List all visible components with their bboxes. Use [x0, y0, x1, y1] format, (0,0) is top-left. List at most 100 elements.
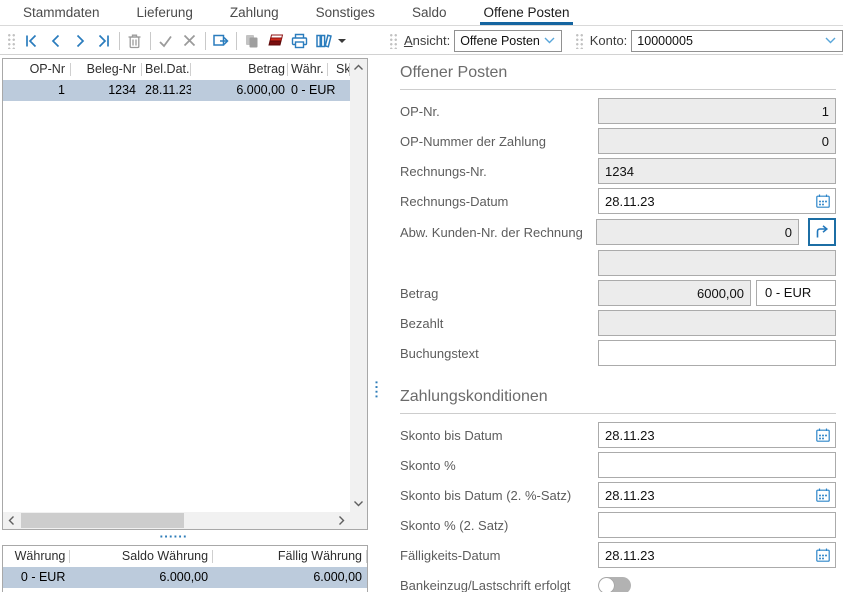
- horizontal-scrollbar[interactable]: [3, 512, 350, 529]
- toolbar-separator: [205, 32, 206, 50]
- field-row-rechnungs-nr: Rechnungs-Nr.: [400, 156, 836, 186]
- journal-button[interactable]: [264, 29, 288, 53]
- field-row-skonto-bis-2: Skonto bis Datum (2. %-Satz): [400, 480, 836, 510]
- toolbar-separator: [119, 32, 120, 50]
- field-row-buchungstext: Buchungstext: [400, 338, 836, 368]
- saldo-row-selected[interactable]: 0 - EUR 6.000,00 6.000,00: [3, 567, 367, 588]
- printer-icon: [291, 33, 308, 49]
- skonto-bis-2-label: Skonto bis Datum (2. %-Satz): [400, 488, 598, 503]
- tab-lieferung[interactable]: Lieferung: [134, 0, 196, 25]
- cell-faellig: 6.000,00: [213, 567, 367, 588]
- journal-icon: [267, 33, 285, 48]
- chevron-down-icon: [544, 37, 555, 44]
- betrag-label: Betrag: [400, 286, 598, 301]
- copy-icon: [244, 33, 260, 49]
- reports-dropdown-button[interactable]: [336, 29, 348, 53]
- scroll-right-arrow[interactable]: [333, 512, 350, 529]
- tab-bar: Stammdaten Lieferung Zahlung Sonstiges S…: [0, 0, 843, 26]
- op-nr-label: OP-Nr.: [400, 104, 598, 119]
- calendar-icon[interactable]: [815, 427, 831, 443]
- detail-panel: Offener Posten OP-Nr. OP-Nummer der Zahl…: [388, 58, 843, 592]
- toolbar: Ansicht: Offene Posten Konto: 10000005: [0, 27, 843, 55]
- buchungstext-field[interactable]: [598, 340, 836, 366]
- trash-icon: [127, 33, 142, 49]
- view-group-grip[interactable]: [388, 32, 399, 49]
- field-row-rechnungs-datum: Rechnungs-Datum: [400, 186, 836, 216]
- rechnungs-datum-wrap: [598, 188, 836, 214]
- column-header-betrag[interactable]: Betrag: [191, 59, 288, 80]
- column-header-bel-dat[interactable]: Bel.Dat.: [142, 59, 191, 80]
- skonto-bis-2-wrap: [598, 482, 836, 508]
- field-row-skonto-prozent-2: Skonto % (2. Satz): [400, 510, 836, 540]
- scroll-up-arrow[interactable]: [350, 59, 367, 76]
- tab-offene-posten[interactable]: Offene Posten: [480, 0, 572, 25]
- bankeinzug-toggle-area: [598, 577, 836, 592]
- tab-saldo[interactable]: Saldo: [409, 0, 450, 25]
- previous-record-icon: [50, 34, 62, 48]
- account-combobox-value: 10000005: [637, 34, 693, 48]
- column-header-waehrung[interactable]: Währung: [3, 546, 70, 567]
- caret-down-icon: [338, 39, 346, 43]
- field-row-op-nr: OP-Nr.: [400, 96, 836, 126]
- cancel-button[interactable]: [178, 29, 202, 53]
- account-group-grip[interactable]: [574, 32, 585, 49]
- betrag-currency-field[interactable]: 0 - EUR: [756, 280, 836, 306]
- reports-button[interactable]: [312, 29, 336, 53]
- open-items-grid-panel: OP-Nr Beleg-Nr Bel.Dat. Betrag Währ. Sk …: [2, 58, 368, 530]
- calendar-icon[interactable]: [815, 487, 831, 503]
- horizontal-splitter-handle[interactable]: [159, 534, 187, 539]
- faelligkeits-datum-field[interactable]: [598, 542, 836, 568]
- next-record-icon: [74, 34, 86, 48]
- field-row-bezahlt: Bezahlt: [400, 308, 836, 338]
- bezahlt-label: Bezahlt: [400, 316, 598, 331]
- skonto-bis-2-field[interactable]: [598, 482, 836, 508]
- account-combobox[interactable]: 10000005: [631, 30, 843, 52]
- copy-button[interactable]: [240, 29, 264, 53]
- first-record-button[interactable]: [20, 29, 44, 53]
- toolbar-grip[interactable]: [6, 32, 17, 49]
- skonto-prozent-2-field[interactable]: [598, 512, 836, 538]
- column-header-waehr[interactable]: Währ.: [288, 59, 328, 80]
- goto-customer-button[interactable]: [808, 218, 836, 246]
- previous-record-button[interactable]: [44, 29, 68, 53]
- view-label: Ansicht:: [404, 33, 450, 48]
- tab-stammdaten[interactable]: Stammdaten: [20, 0, 103, 25]
- tab-sonstiges[interactable]: Sonstiges: [313, 0, 378, 25]
- last-record-button[interactable]: [92, 29, 116, 53]
- rechnungs-datum-field[interactable]: [598, 188, 836, 214]
- chevron-down-icon: [825, 37, 836, 44]
- view-dropdown[interactable]: Offene Posten: [454, 30, 562, 52]
- scroll-left-arrow[interactable]: [3, 512, 20, 529]
- tab-zahlung[interactable]: Zahlung: [227, 0, 282, 25]
- delete-button[interactable]: [123, 29, 147, 53]
- skonto-bis-field[interactable]: [598, 422, 836, 448]
- check-icon: [158, 34, 173, 48]
- calendar-icon[interactable]: [815, 547, 831, 563]
- bankeinzug-toggle[interactable]: [598, 577, 631, 592]
- faelligkeits-datum-wrap: [598, 542, 836, 568]
- calendar-icon[interactable]: [815, 193, 831, 209]
- cell-waehrung: 0 - EUR: [288, 80, 350, 101]
- column-header-faellig-waehrung[interactable]: Fällig Währung: [213, 546, 367, 567]
- open-item-row-selected[interactable]: 1 1234 28.11.23 6.000,00 0 - EUR: [3, 80, 350, 101]
- column-header-skonto[interactable]: Sk: [328, 59, 350, 80]
- confirm-button[interactable]: [154, 29, 178, 53]
- skonto-bis-wrap: [598, 422, 836, 448]
- field-row-op-zahlung: OP-Nummer der Zahlung: [400, 126, 836, 156]
- vertical-scrollbar[interactable]: [350, 59, 367, 512]
- field-row-skonto-prozent: Skonto %: [400, 450, 836, 480]
- goto-arrow-icon: [814, 224, 830, 240]
- scroll-down-arrow[interactable]: [350, 495, 367, 512]
- print-button[interactable]: [288, 29, 312, 53]
- column-header-op-nr[interactable]: OP-Nr: [3, 59, 71, 80]
- column-header-saldo-waehrung[interactable]: Saldo Währung: [70, 546, 213, 567]
- next-record-button[interactable]: [68, 29, 92, 53]
- field-row-betrag: Betrag 0 - EUR: [400, 278, 836, 308]
- vertical-splitter-handle[interactable]: [374, 380, 379, 399]
- horizontal-scrollbar-thumb[interactable]: [21, 513, 184, 528]
- cell-waehrung: 0 - EUR: [3, 567, 70, 588]
- column-header-beleg-nr[interactable]: Beleg-Nr: [71, 59, 142, 80]
- field-row-faelligkeits-datum: Fälligkeits-Datum: [400, 540, 836, 570]
- refresh-button[interactable]: [209, 29, 233, 53]
- skonto-prozent-field[interactable]: [598, 452, 836, 478]
